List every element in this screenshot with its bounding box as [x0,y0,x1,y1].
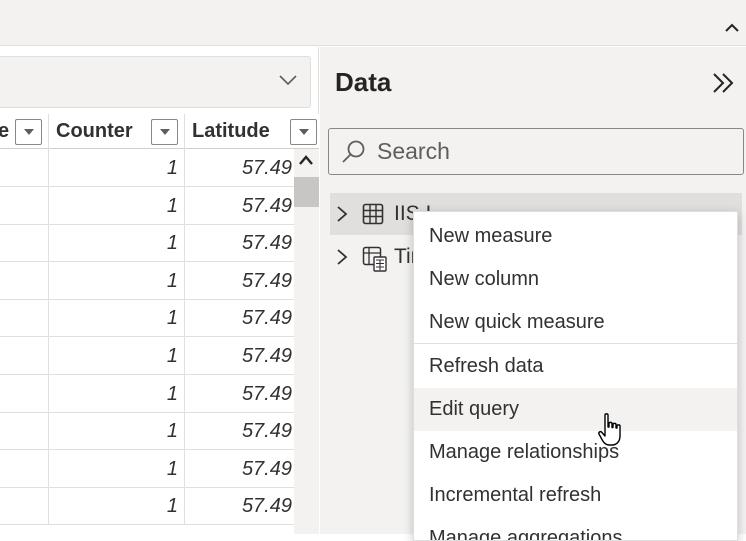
table-row: 1 57.49 [0,337,294,375]
data-grid: e Counter Latitude 157.49157.49157.49157… [0,114,319,534]
menu-item-incremental-refresh[interactable]: Incremental refresh [414,474,737,517]
latitude-cell: 57.49 [241,382,292,405]
chevron-right-icon[interactable] [336,205,348,223]
scrollbar-thumb[interactable] [294,177,319,207]
context-menu: New measure New column New quick measure… [413,211,738,541]
latitude-cell: 57.49 [241,194,292,217]
table-row: 1 57.49 [0,224,294,263]
chevron-down-icon [279,75,297,86]
counter-cell: 1 [49,149,185,186]
counter-cell: 1 [49,412,185,450]
table-cell [0,374,49,412]
table-cell [0,149,49,186]
menu-item-edit-query[interactable]: Edit query [414,388,737,431]
table-cell [0,224,49,262]
vertical-scrollbar[interactable] [294,149,319,534]
table-row: 1 57.49 [0,186,294,225]
latitude-cell: 57.49 [241,307,292,330]
counter-cell: 1 [49,186,185,224]
caret-down-icon [23,129,34,135]
latitude-cell: 57.49 [241,269,292,292]
expand-pane-button[interactable] [710,71,738,95]
grid-header: e Counter Latitude [0,114,319,149]
table-cell [0,412,49,450]
latitude-cell: 57.49 [241,420,292,443]
table-cell [0,186,49,224]
column-filter-button[interactable] [15,119,42,145]
hand-pointer-icon [597,412,625,453]
column-filter-button[interactable] [290,119,317,145]
calculated-table-icon [362,246,387,272]
search-icon [342,140,365,163]
counter-cell: 1 [49,487,185,525]
latitude-cell: 57.49 [241,345,292,367]
chevron-up-icon [725,23,739,32]
ribbon-bar [0,0,746,46]
column-header-latitude[interactable]: Latitude [185,114,319,149]
table-row: 1 57.49 [0,487,294,526]
latitude-cell: 57.49 [241,232,292,255]
column-header-counter[interactable]: Counter [49,114,185,149]
scroll-up-arrow-icon[interactable] [298,154,314,166]
table-row: 1 57.49 [0,412,294,451]
menu-item-refresh-data[interactable]: Refresh data [414,345,737,388]
counter-cell: 1 [49,224,185,262]
search-box[interactable] [328,128,744,175]
table-row: 1 57.49 [0,449,294,488]
menu-separator [414,343,737,344]
table-row: 1 57.49 [0,149,294,187]
menu-item-new-column[interactable]: New column [414,258,737,301]
menu-item-manage-aggregations[interactable]: Manage aggregations [414,517,737,540]
counter-cell: 1 [49,449,185,487]
counter-cell: 1 [49,337,185,374]
menu-item-new-measure[interactable]: New measure [414,215,737,258]
chevron-right-icon[interactable] [336,248,348,266]
pane-title: Data [335,67,392,97]
table-cell [0,337,49,374]
counter-cell: 1 [49,299,185,337]
column-filter-button[interactable] [151,119,178,145]
collapse-ribbon-button[interactable] [722,18,742,38]
counter-cell: 1 [49,374,185,412]
table-cell [0,487,49,525]
latitude-cell: 57.49 [241,495,292,518]
table-icon [362,203,384,225]
table-cell [0,261,49,299]
table-row: 1 57.49 [0,299,294,338]
caret-down-icon [159,129,170,135]
column-header[interactable]: e [0,114,49,149]
table-row: 1 57.49 [0,261,294,300]
menu-item-manage-relationships[interactable]: Manage relationships [414,431,737,474]
menu-item-new-quick-measure[interactable]: New quick measure [414,301,737,344]
latitude-cell: 57.49 [241,157,292,179]
table-cell [0,449,49,487]
table-cell [0,299,49,337]
double-chevron-right-icon [713,73,734,93]
counter-cell: 1 [49,261,185,299]
search-input[interactable] [377,129,727,174]
table-view: e Counter Latitude 157.49157.49157.49157… [0,47,319,534]
caret-down-icon [298,129,309,135]
table-row: 1 57.49 [0,374,294,413]
latitude-cell: 57.49 [241,457,292,480]
table-filter-box[interactable] [0,56,311,108]
